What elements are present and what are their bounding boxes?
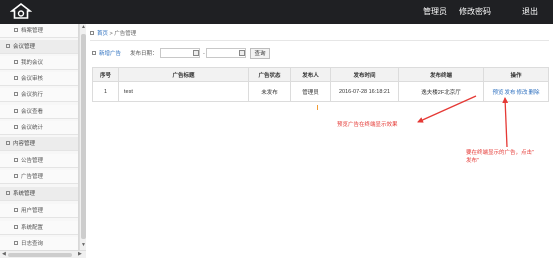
square-icon — [14, 241, 18, 245]
cell-publisher: 管理员 — [290, 81, 331, 102]
sidebar-item-my-meetings[interactable]: 我的会议 — [0, 56, 78, 70]
sidebar-item-notice-management[interactable]: 公告管理 — [0, 154, 78, 168]
cell-title: test — [118, 81, 249, 102]
cell-time: 2016-07-28 16:18:21 — [330, 81, 399, 102]
user-menu-admin[interactable]: 管理员 — [423, 0, 447, 24]
square-icon — [14, 225, 18, 229]
add-icon — [92, 51, 96, 55]
publish-annotation-line1: 要在终端显示的广告，点击" — [466, 150, 534, 156]
home-logo-icon[interactable] — [10, 3, 32, 21]
date-range-separator: - — [203, 51, 205, 57]
square-icon — [14, 28, 18, 32]
scrollbar-thumb[interactable] — [8, 253, 72, 257]
square-icon — [6, 44, 10, 48]
sidebar-item-meeting-execution[interactable]: 会议执行 — [0, 88, 78, 102]
home-icon — [90, 31, 94, 35]
sidebar-item-meeting-view[interactable]: 会议查看 — [0, 105, 78, 119]
square-icon — [14, 158, 18, 162]
sidebar-item-meeting-review[interactable]: 会议审核 — [0, 72, 78, 86]
square-icon — [14, 92, 18, 96]
cell-index: 1 — [92, 81, 119, 102]
column-header: 序号 — [92, 67, 119, 82]
logout-link[interactable]: 退出 — [522, 0, 538, 24]
square-icon — [14, 208, 18, 212]
delete-link[interactable]: 删除 — [529, 90, 540, 96]
square-icon — [14, 125, 18, 129]
table-header-row: 序号 广告标题 广告状态 发布人 发布时间 发布终端 操作 — [92, 67, 549, 82]
square-icon — [6, 141, 10, 145]
sidebar-group-meeting[interactable]: 会议管理 — [0, 40, 78, 54]
column-header: 广告状态 — [248, 67, 291, 82]
publish-annotation-line2: 发布" — [466, 158, 479, 164]
add-ad-button[interactable]: 新增广告 — [92, 48, 121, 60]
square-icon — [14, 109, 18, 113]
scrollbar-thumb[interactable] — [81, 34, 86, 239]
scroll-up-arrow-icon[interactable]: ▲ — [81, 25, 86, 30]
sidebar-item-system-config[interactable]: 系统配置 — [0, 221, 78, 235]
sidebar-item-meeting-stats[interactable]: 会议统计 — [0, 121, 78, 135]
square-icon — [14, 76, 18, 80]
column-header: 发布人 — [290, 67, 331, 82]
top-bar: 管理员 修改密码 退出 — [0, 0, 553, 24]
breadcrumb-separator: > — [109, 31, 113, 37]
breadcrumb-home-link[interactable]: 首页 — [97, 31, 108, 37]
date-from-input[interactable] — [160, 48, 200, 58]
search-button[interactable]: 查询 — [250, 48, 270, 59]
publish-arrow — [502, 97, 509, 148]
table-row: 1 test 未发布 管理员 2016-07-28 16:18:21 逸夫楼2F… — [92, 81, 549, 102]
column-header: 操作 — [483, 67, 549, 82]
ad-table: 序号 广告标题 广告状态 发布人 发布时间 发布终端 操作 1 test 未发布… — [92, 67, 549, 102]
square-icon — [14, 174, 18, 178]
publish-link[interactable]: 发布 — [504, 90, 515, 96]
square-icon — [14, 60, 18, 64]
scroll-right-arrow-icon[interactable]: ▶ — [78, 252, 82, 257]
cell-terminal: 逸夫楼2F北京厅 — [398, 81, 484, 102]
sidebar-group-system[interactable]: 系统管理 — [0, 187, 78, 201]
sidebar-group-content[interactable]: 内容管理 — [0, 137, 78, 151]
sidebar-item-user-management[interactable]: 用户管理 — [0, 204, 78, 218]
calendar-icon[interactable] — [193, 50, 199, 56]
sidebar-item-archive[interactable]: 档案管理 — [0, 24, 78, 38]
scroll-down-arrow-icon[interactable]: ▼ — [81, 243, 86, 248]
edit-link[interactable]: 修改 — [517, 90, 528, 96]
sidebar-horizontal-scrollbar[interactable]: ◀ ▶ — [0, 250, 86, 258]
breadcrumb: 首页 > 广告管理 — [90, 27, 549, 41]
scroll-left-arrow-icon[interactable]: ◀ — [2, 252, 6, 257]
preview-link[interactable]: 预览 — [492, 90, 503, 96]
sidebar-item-ad-management[interactable]: 广告管理 — [0, 170, 78, 184]
column-header: 发布终端 — [398, 67, 484, 82]
column-header: 广告标题 — [118, 67, 249, 82]
square-icon — [6, 191, 10, 195]
date-to-input[interactable] — [206, 48, 246, 58]
cell-actions: 预览发布修改删除 — [483, 81, 549, 102]
sidebar-vertical-scrollbar[interactable]: ▲ ▼ — [79, 24, 86, 250]
breadcrumb-current: 广告管理 — [114, 31, 137, 37]
preview-annotation: 预览广告在终端显示效果 — [337, 122, 398, 128]
orange-marker — [317, 105, 318, 110]
change-password-link[interactable]: 修改密码 — [459, 0, 491, 24]
sidebar: 档案管理 会议管理 我的会议 会议审核 会议执行 会议查看 会议统计 内容管理 … — [0, 24, 79, 258]
sidebar-item-log-query[interactable]: 日志查询 — [0, 237, 78, 251]
cell-status: 未发布 — [248, 81, 291, 102]
calendar-icon[interactable] — [239, 50, 245, 56]
column-header: 发布时间 — [330, 67, 399, 82]
publish-date-label: 发布日期： — [130, 51, 158, 57]
